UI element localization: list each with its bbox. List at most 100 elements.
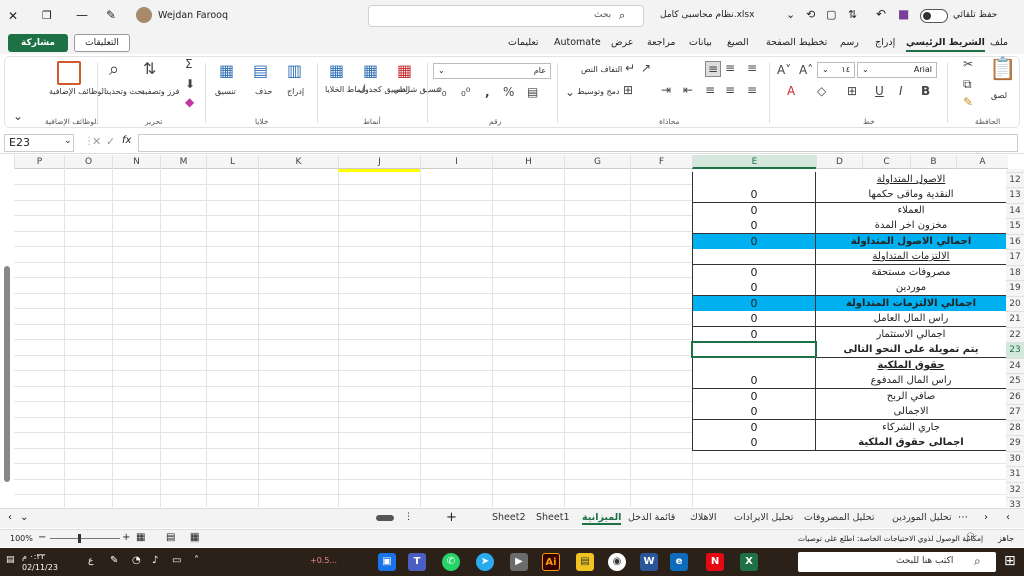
row-header-18[interactable]: 18 bbox=[1006, 265, 1024, 281]
cell-label-27[interactable]: الاجمالى bbox=[816, 404, 1007, 420]
file-name[interactable]: نظام محاسبى كامل.xlsx bbox=[660, 10, 754, 20]
align-middle-icon[interactable]: ≡ bbox=[725, 61, 735, 75]
merge-dropdown-icon[interactable]: ⌄ bbox=[565, 85, 575, 99]
pen-icon[interactable]: ✎ bbox=[110, 555, 118, 566]
comments-button[interactable]: التعليقات bbox=[74, 34, 130, 52]
delete-cells-icon[interactable]: ▤ bbox=[253, 61, 268, 80]
teams-icon[interactable]: T bbox=[408, 553, 426, 571]
autosave-toggle[interactable] bbox=[920, 9, 948, 23]
cell-value-25[interactable]: 0 bbox=[692, 373, 816, 389]
format-label[interactable]: تنسيق bbox=[215, 87, 236, 96]
edge-icon[interactable]: e bbox=[670, 553, 688, 571]
telegram-icon[interactable]: ➤ bbox=[476, 553, 494, 571]
row-header-19[interactable]: 19 bbox=[1006, 280, 1024, 296]
menu-automate[interactable]: Automate bbox=[554, 37, 601, 48]
cell-value-15[interactable]: 0 bbox=[692, 218, 816, 234]
tab-supplier-analysis[interactable]: تحليل الموردين bbox=[892, 512, 952, 523]
font-color-icon[interactable]: A bbox=[787, 84, 795, 98]
cell-value-24[interactable] bbox=[692, 358, 816, 374]
active-cell-selection[interactable] bbox=[691, 341, 817, 358]
row-header-13[interactable]: 13 bbox=[1006, 187, 1024, 203]
menu-page-layout[interactable]: تخطيط الصفحة bbox=[766, 37, 827, 48]
weather-temp[interactable]: +0.5... bbox=[310, 556, 337, 565]
sort-label[interactable]: فرز وتصفية bbox=[141, 87, 179, 96]
cell-value-27[interactable]: 0 bbox=[692, 404, 816, 420]
row-header-12[interactable]: 12 bbox=[1006, 172, 1024, 188]
menu-formulas[interactable]: الصيغ bbox=[727, 37, 749, 48]
italic-icon[interactable]: I bbox=[899, 84, 903, 98]
page-layout-view-icon[interactable]: ▤ bbox=[166, 532, 175, 543]
menu-data[interactable]: بيانات bbox=[689, 37, 712, 48]
column-header-j[interactable]: J bbox=[338, 155, 420, 169]
sort-icon[interactable]: ⇅ bbox=[143, 59, 156, 78]
cell-value-29[interactable]: 0 bbox=[692, 435, 816, 451]
cell-label-22[interactable]: اجمالي الاستثمار bbox=[816, 327, 1007, 343]
row-header-30[interactable]: 30 bbox=[1006, 451, 1024, 467]
menu-insert[interactable]: إدراج bbox=[875, 37, 895, 48]
insert-cells-icon[interactable]: ▥ bbox=[287, 61, 302, 80]
pen-icon[interactable]: ✎ bbox=[106, 8, 116, 22]
row-header-26[interactable]: 26 bbox=[1006, 389, 1024, 405]
cell-label-14[interactable]: العملاء bbox=[816, 203, 1007, 219]
battery-icon[interactable]: ▭ bbox=[172, 555, 181, 566]
netflix-icon[interactable]: N bbox=[706, 553, 724, 571]
customize-icon[interactable]: ⌄ bbox=[786, 8, 795, 21]
cell-label-28[interactable]: جاري الشركاء bbox=[816, 420, 1007, 436]
row-header-17[interactable]: 17 bbox=[1006, 249, 1024, 265]
menu-help[interactable]: تعليمات bbox=[508, 37, 539, 48]
align-right-icon[interactable]: ≡ bbox=[705, 83, 715, 97]
close-icon[interactable]: ✕ bbox=[8, 9, 18, 23]
tab-expense-analysis[interactable]: تحليل المصروفات bbox=[804, 512, 874, 523]
column-header-e[interactable]: E bbox=[692, 155, 816, 169]
delete-label[interactable]: حذف bbox=[255, 87, 272, 96]
clear-icon[interactable]: ◆ bbox=[185, 95, 194, 109]
scrollbar-thumb[interactable] bbox=[4, 266, 10, 482]
currency-icon[interactable]: ▤ bbox=[527, 85, 538, 99]
wifi-icon[interactable]: ◔ bbox=[132, 555, 141, 566]
increase-font-icon[interactable]: A˄ bbox=[799, 63, 813, 77]
column-header-k[interactable]: K bbox=[258, 155, 338, 169]
menu-draw[interactable]: رسم bbox=[840, 37, 859, 48]
cell-label-16[interactable]: اجمالي الاصول المتداولة bbox=[816, 234, 1007, 250]
fill-color-icon[interactable]: ◇ bbox=[817, 84, 826, 98]
autosum-icon[interactable]: Σ bbox=[185, 57, 193, 71]
paste-icon[interactable]: 📋 bbox=[989, 57, 1016, 82]
column-header-c[interactable]: C bbox=[862, 155, 910, 169]
column-header-o[interactable]: O bbox=[64, 155, 112, 169]
column-header-h[interactable]: H bbox=[492, 155, 564, 169]
merge-icon[interactable]: ⊞ bbox=[623, 83, 633, 97]
cell-value-20[interactable]: 0 bbox=[692, 296, 816, 312]
conditional-format-label[interactable]: تنسيق شرطي bbox=[393, 85, 441, 94]
prev-sheet-icon[interactable]: › bbox=[984, 512, 988, 523]
zoom-out-icon[interactable]: − bbox=[38, 532, 46, 543]
file-explorer-icon[interactable]: ▤ bbox=[576, 553, 594, 571]
row-header-22[interactable]: 22 bbox=[1006, 327, 1024, 343]
zoom-level[interactable]: 100% bbox=[10, 534, 33, 543]
row-header-16[interactable]: 16 bbox=[1006, 234, 1024, 250]
formula-input[interactable] bbox=[138, 134, 1018, 152]
tab-income-statement[interactable]: قائمة الدخل bbox=[628, 512, 675, 523]
illustrator-icon[interactable]: Ai bbox=[542, 553, 560, 571]
highlighted-cell-j11[interactable] bbox=[338, 169, 420, 172]
cell-value-21[interactable]: 0 bbox=[692, 311, 816, 327]
text-direction-icon[interactable]: ↗ bbox=[641, 61, 651, 75]
cell-value-13[interactable]: 0 bbox=[692, 187, 816, 203]
row-header-24[interactable]: 24 bbox=[1006, 358, 1024, 374]
conditional-format-icon[interactable]: ▦ bbox=[397, 61, 412, 80]
column-header-f[interactable]: F bbox=[630, 155, 692, 169]
collapse-ribbon-icon[interactable]: ⌄ bbox=[13, 109, 23, 123]
next-sheet-icon[interactable]: ‹ bbox=[1006, 512, 1010, 523]
cell-value-18[interactable]: 0 bbox=[692, 265, 816, 281]
decrease-font-icon[interactable]: A˅ bbox=[777, 63, 791, 77]
language-indicator[interactable]: ع bbox=[88, 556, 93, 566]
column-header-a[interactable]: A bbox=[956, 155, 1008, 169]
format-table-icon[interactable]: ▦ bbox=[363, 61, 378, 80]
tab-revenue-analysis[interactable]: تحليل الايرادات bbox=[734, 512, 793, 523]
chevron-down-icon[interactable]: ⌄ bbox=[64, 136, 72, 146]
add-sheet-icon[interactable]: + bbox=[446, 510, 457, 525]
row-header-15[interactable]: 15 bbox=[1006, 218, 1024, 234]
sync-icon[interactable]: ⇅ bbox=[848, 8, 857, 21]
decrease-decimal-icon[interactable]: ⁰₀ bbox=[437, 85, 447, 99]
save-icon[interactable]: ■ bbox=[898, 7, 909, 21]
zoom-slider-handle[interactable] bbox=[78, 534, 81, 543]
